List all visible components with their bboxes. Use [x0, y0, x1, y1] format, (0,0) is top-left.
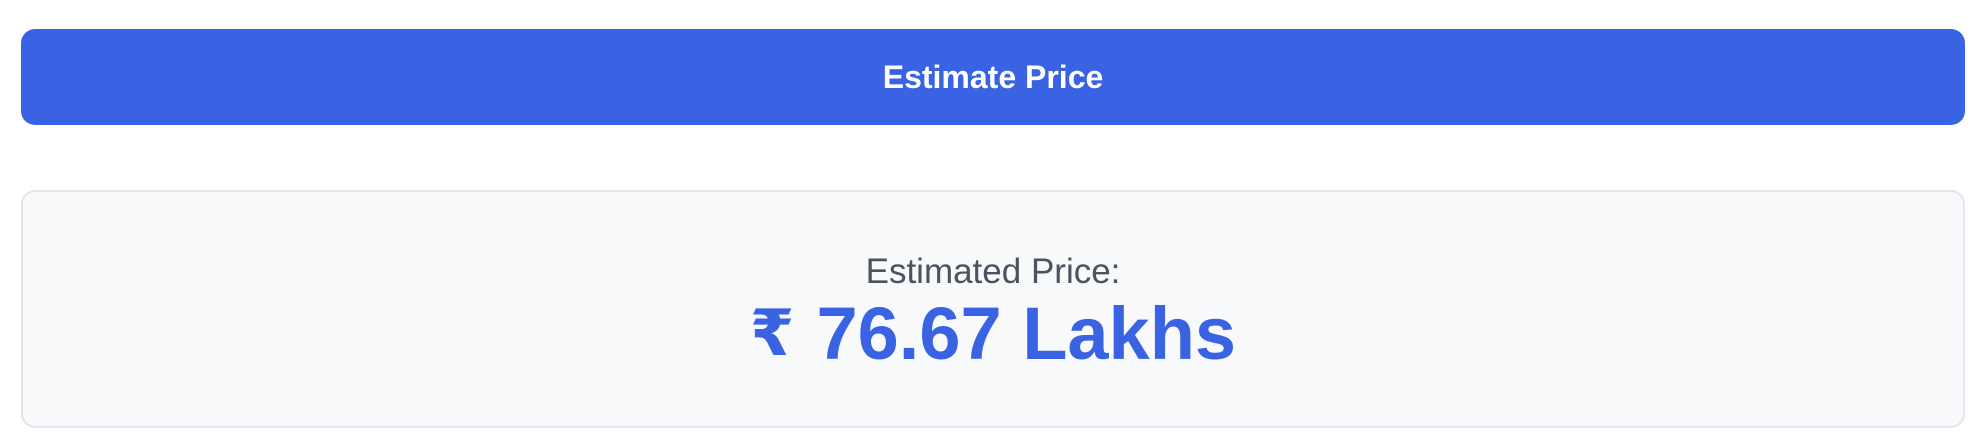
estimated-price-unit: Lakhs [1022, 292, 1237, 375]
estimated-price-card: Estimated Price: ₹ 76.67 Lakhs [21, 190, 1965, 428]
estimate-price-button[interactable]: Estimate Price [21, 29, 1965, 125]
estimated-price-label: Estimated Price: [865, 252, 1121, 291]
rupee-icon: ₹ [749, 297, 795, 371]
estimated-price-amount: 76.67 [816, 292, 1002, 375]
estimated-price-value: ₹ 76.67 Lakhs [750, 294, 1236, 374]
